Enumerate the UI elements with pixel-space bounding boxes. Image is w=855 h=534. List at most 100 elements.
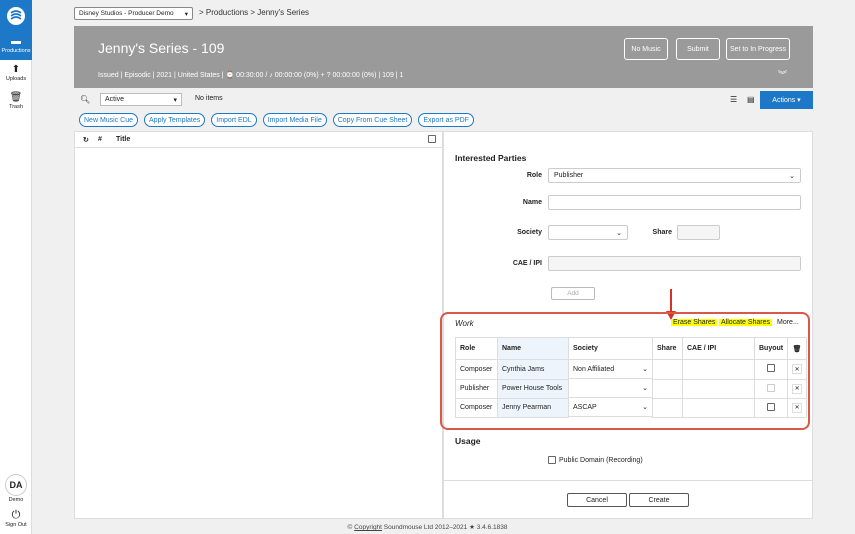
upload-arrow-icon: ⬆	[11, 64, 21, 75]
row-buyout-checkbox[interactable]	[767, 364, 776, 373]
remove-row-icon[interactable]: ✕	[792, 402, 803, 413]
remove-row-icon[interactable]: ✕	[792, 383, 803, 394]
col-title[interactable]: Title	[116, 136, 130, 143]
role-select[interactable]: Publisher ⌄	[548, 168, 801, 183]
society-label: Society	[517, 229, 542, 236]
copy-from-cue-sheet-button[interactable]: Copy From Cue Sheet	[332, 113, 413, 127]
select-all-checkbox[interactable]	[428, 135, 436, 143]
compact-view-icon[interactable]: ▤	[747, 95, 755, 104]
public-domain-label: Public Domain (Recording)	[559, 456, 643, 464]
row-share-input[interactable]	[652, 397, 683, 418]
role-value: Publisher	[554, 172, 584, 179]
cue-actions: New Music Cue Apply Templates Import EDL…	[79, 113, 474, 127]
logo-icon	[7, 7, 25, 25]
production-meta: Issued | Episodic | 2021 | United States…	[98, 72, 404, 79]
nav-label: Trash	[9, 104, 23, 110]
power-icon: ⏻	[11, 509, 21, 521]
delete-all-trash-icon[interactable]: 🗑	[787, 337, 808, 360]
society-select[interactable]: ⌄	[548, 225, 628, 240]
import-media-file-button[interactable]: Import Media File	[262, 113, 327, 127]
row-society-select[interactable]: ⌄	[569, 379, 652, 398]
cancel-button[interactable]: Cancel	[567, 493, 627, 507]
production-header: Jenny's Series - 109 Issued | Episodic |…	[74, 26, 813, 88]
row-share-input[interactable]	[652, 378, 683, 399]
work-title: Work	[455, 319, 474, 328]
chevron-down-icon: ⌄	[616, 230, 622, 237]
public-domain-checkbox[interactable]	[548, 456, 556, 464]
col-name: Name	[497, 337, 569, 360]
name-input[interactable]	[548, 195, 801, 210]
org-value: Disney Studios - Producer Demo	[79, 10, 174, 17]
nav-productions[interactable]: ▬ Productions	[0, 32, 32, 60]
erase-shares-link[interactable]: Erase Shares	[671, 319, 718, 326]
chevron-down-icon: ⌄	[642, 385, 648, 392]
organization-select[interactable]: Disney Studios - Producer Demo ▾	[74, 7, 193, 20]
set-in-progress-button[interactable]: Set to In Progress	[726, 38, 790, 60]
table-header-row: Role Name Society Share CAE / IPI Buyout…	[455, 337, 808, 360]
import-edl-button[interactable]: Import EDL	[211, 113, 257, 127]
name-label: Name	[522, 199, 542, 206]
cae-ipi-input[interactable]	[548, 256, 801, 271]
cue-detail-panel: Interested Parties Role Publisher ⌄ Name…	[440, 131, 813, 519]
panel-divider	[444, 480, 812, 481]
new-music-cue-button[interactable]: New Music Cue	[79, 113, 139, 127]
row-cae-input[interactable]	[682, 359, 755, 380]
export-pdf-button[interactable]: Export as PDF	[418, 113, 474, 127]
row-buyout-checkbox[interactable]	[767, 402, 776, 411]
copyright-link[interactable]: Copyright	[354, 524, 382, 531]
actions-button[interactable]: Actions ▾	[760, 91, 813, 109]
create-button[interactable]: Create	[629, 493, 689, 507]
col-buyout: Buyout	[753, 337, 789, 360]
add-party-button[interactable]: Add	[551, 287, 595, 300]
no-music-button[interactable]: No Music	[624, 38, 668, 60]
row-role: Publisher	[455, 378, 498, 399]
public-domain-option[interactable]: Public Domain (Recording)	[548, 456, 643, 464]
nav-uploads[interactable]: ⬆ Uploads	[0, 60, 32, 88]
search-icon[interactable]: 🔍︎	[80, 95, 90, 104]
row-name[interactable]: Cynthia Jams	[497, 359, 569, 380]
list-view-icon[interactable]: ☰	[730, 95, 737, 104]
soundmouse-logo[interactable]	[0, 0, 32, 32]
user-name: Demo	[8, 497, 24, 503]
apply-templates-button[interactable]: Apply Templates	[144, 113, 206, 127]
row-role: Composer	[455, 359, 498, 380]
copyright-suffix: Soundmouse Ltd 2012–2021 ★ 3.4.6.1838	[381, 524, 508, 531]
work-shares-table: Role Name Society Share CAE / IPI Buyout…	[455, 337, 808, 418]
clapperboard-icon: ▬	[11, 36, 21, 47]
row-name[interactable]: Jenny Pearman	[497, 397, 569, 418]
row-share-input[interactable]	[652, 359, 683, 380]
breadcrumb[interactable]: > Productions > Jenny's Series	[199, 8, 309, 17]
row-cae-input[interactable]	[682, 397, 755, 418]
more-link[interactable]: More...	[777, 319, 799, 326]
cue-list: ↻ # Title	[74, 131, 443, 519]
col-share: Share	[652, 337, 683, 360]
row-role: Composer	[455, 397, 498, 418]
submit-button[interactable]: Submit	[676, 38, 720, 60]
refresh-icon[interactable]: ↻	[83, 136, 89, 144]
left-nav: ▬ Productions ⬆ Uploads 🗑 Trash DA Demo …	[0, 0, 32, 534]
avatar[interactable]: DA	[5, 474, 27, 496]
interested-parties-title: Interested Parties	[455, 153, 527, 163]
status-filter-select[interactable]: Active ▾	[100, 93, 182, 106]
chevron-down-icon: ⌄	[789, 173, 795, 180]
row-cae-input[interactable]	[682, 378, 755, 399]
trash-icon: 🗑	[9, 92, 23, 103]
expand-chevron-icon[interactable]: ︾	[778, 68, 787, 81]
nav-label: Uploads	[5, 76, 27, 82]
share-input[interactable]	[677, 225, 720, 240]
allocate-shares-link[interactable]: Allocate Shares	[719, 319, 773, 326]
copyright-footer: © Copyright Soundmouse Ltd 2012–2021 ★ 3…	[0, 523, 855, 531]
col-number: #	[98, 136, 102, 143]
table-row: Publisher Power House Tools ⌄ ✕	[455, 378, 808, 399]
row-buyout-checkbox	[767, 383, 776, 392]
role-label: Role	[526, 172, 542, 179]
remove-row-icon[interactable]: ✕	[792, 364, 803, 375]
page-title: Jenny's Series - 109	[98, 40, 225, 56]
row-name[interactable]: Power House Tools	[497, 378, 569, 399]
row-society-select[interactable]: Non Affiliated ⌄	[569, 360, 652, 379]
nav-trash[interactable]: 🗑 Trash	[0, 88, 32, 116]
row-society-select[interactable]: ASCAP ⌄	[569, 398, 652, 417]
caret-down-icon: ▾	[173, 97, 177, 104]
chevron-down-icon: ⌄	[642, 366, 648, 373]
list-toolbar: 🔍︎ Active ▾ No items ☰ ▤ Actions ▾	[74, 91, 813, 109]
